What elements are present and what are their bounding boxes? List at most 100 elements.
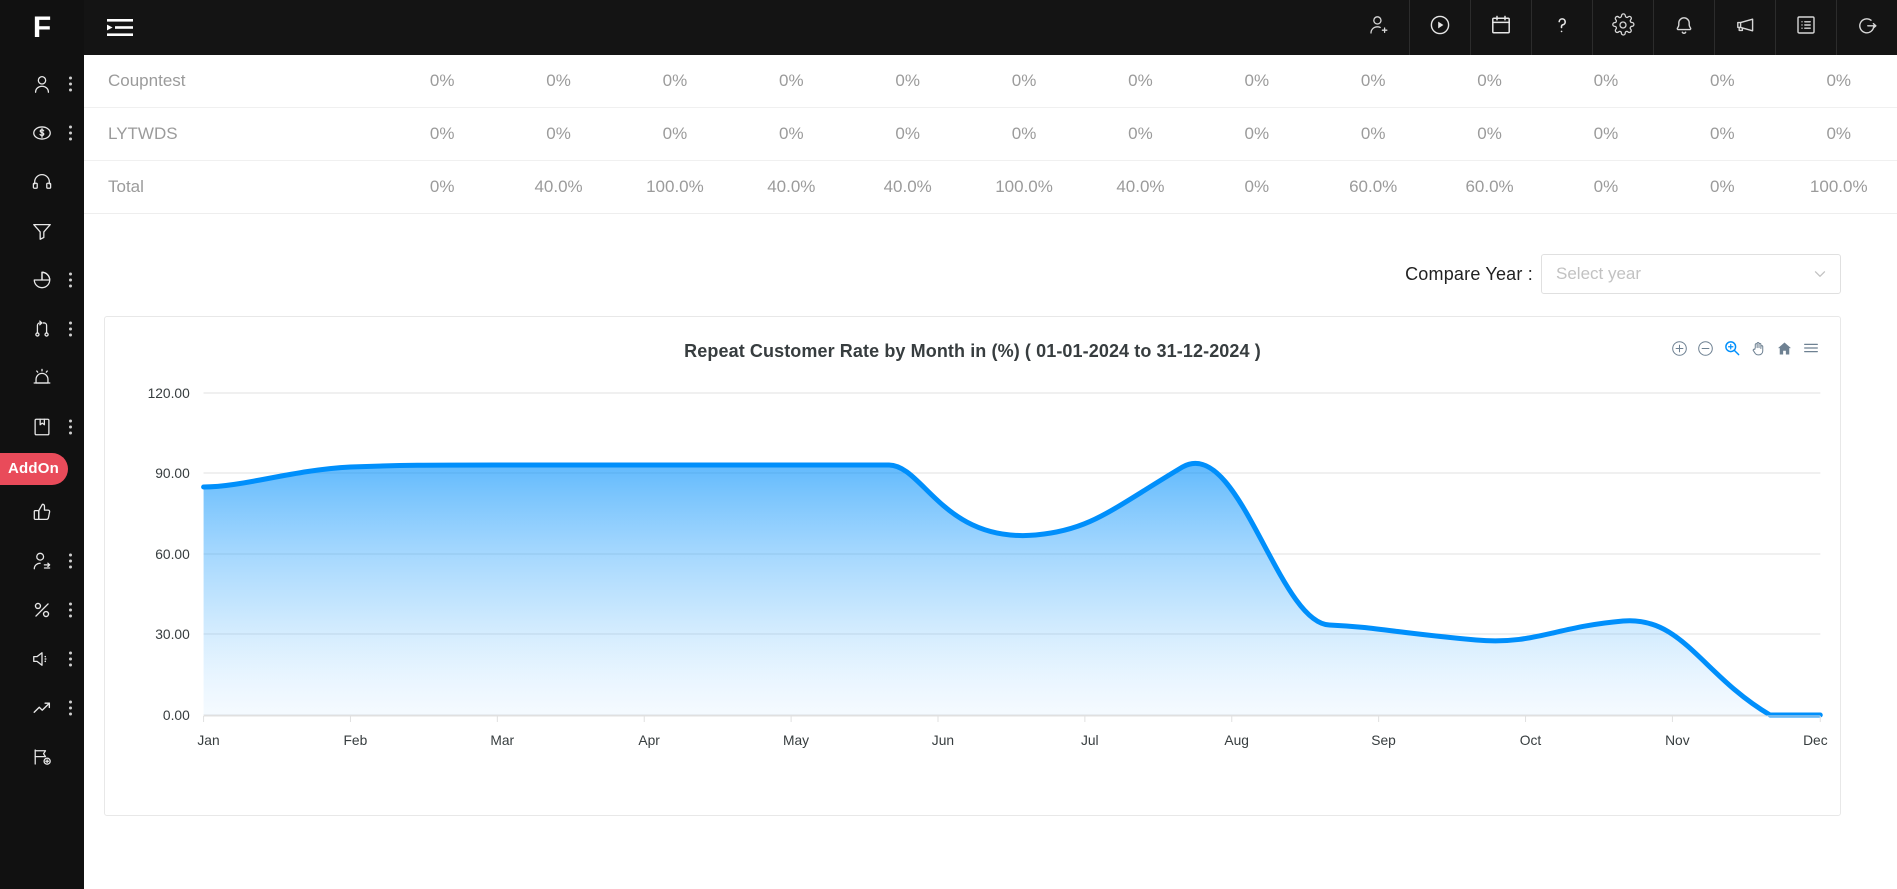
top-bar <box>84 0 1897 55</box>
row-label: Coupntest <box>84 55 384 108</box>
megaphone-icon <box>1733 13 1757 42</box>
cell: 0% <box>1431 107 1548 161</box>
sidebar-item-funnel[interactable] <box>0 206 84 255</box>
selection-zoom-icon[interactable] <box>1723 339 1741 357</box>
cell: 0% <box>500 107 617 161</box>
sidebar-item-alerts[interactable] <box>0 353 84 402</box>
cell: 0% <box>733 55 850 108</box>
pan-icon[interactable] <box>1750 340 1767 357</box>
cell: 0% <box>384 55 501 108</box>
sidebar-item-workflows[interactable] <box>0 304 84 353</box>
calendar-button[interactable] <box>1470 0 1531 55</box>
settings-button[interactable] <box>1592 0 1653 55</box>
sidebar-item-more-icon[interactable] <box>69 553 72 568</box>
sidebar-item-support[interactable] <box>0 157 84 206</box>
chart-y-axis: 120.00 90.00 60.00 30.00 0.00 <box>148 385 190 723</box>
speaker-icon <box>31 648 53 670</box>
cell: 0% <box>1547 160 1665 214</box>
sidebar-item-discounts[interactable] <box>0 585 84 634</box>
cell: 0% <box>1547 55 1665 108</box>
app-root: F AddOn Coupntest 0% 0% 0% 0% 0% 0% 0% 0… <box>0 0 1897 889</box>
sidebar-item-more-icon[interactable] <box>69 602 72 617</box>
activity-log-button[interactable] <box>1775 0 1836 55</box>
cell: 0% <box>1315 55 1432 108</box>
money-icon <box>31 122 53 144</box>
sidebar-item-more-icon[interactable] <box>69 321 72 336</box>
home-reset-icon[interactable] <box>1776 340 1793 357</box>
sidebar-item-reports[interactable] <box>0 255 84 304</box>
tutorial-button[interactable] <box>1409 0 1470 55</box>
cell: 0% <box>1082 107 1199 161</box>
logout-button[interactable] <box>1836 0 1897 55</box>
notifications-button[interactable] <box>1653 0 1714 55</box>
y-tick-label: 60.00 <box>155 546 190 562</box>
chevron-down-icon <box>1813 267 1827 281</box>
x-tick-label: Dec <box>1803 732 1828 748</box>
cell: 40.0% <box>849 160 966 214</box>
branch-icon <box>31 318 53 340</box>
x-tick-label: Jan <box>197 732 219 748</box>
sidebar-item-feedback[interactable] <box>0 487 84 536</box>
sidebar-item-more-icon[interactable] <box>69 700 72 715</box>
pie-chart-icon <box>31 269 53 291</box>
cell: 60.0% <box>1431 160 1548 214</box>
sidebar-item-campaigns[interactable] <box>0 634 84 683</box>
table-row: LYTWDS 0% 0% 0% 0% 0% 0% 0% 0% 0% 0% 0% … <box>84 107 1897 161</box>
chart-toolbar <box>1671 339 1820 357</box>
table-row: Coupntest 0% 0% 0% 0% 0% 0% 0% 0% 0% 0% … <box>84 55 1897 108</box>
cell: 40.0% <box>1082 160 1199 214</box>
add-user-button[interactable] <box>1348 0 1409 55</box>
menu-collapse-icon[interactable] <box>106 17 134 39</box>
cell: 40.0% <box>733 160 850 214</box>
compare-year-select[interactable]: Select year <box>1541 254 1841 294</box>
cell: 0% <box>1431 55 1548 108</box>
trend-up-icon <box>31 697 53 719</box>
cell: 0% <box>1315 107 1432 161</box>
top-bar-actions <box>1348 0 1897 55</box>
chart-plot-area: 120.00 90.00 60.00 30.00 0.00 Jan Feb Ma… <box>105 375 1840 795</box>
cell: 100.0% <box>1780 160 1897 214</box>
x-tick-label: Feb <box>344 732 368 748</box>
compare-year-placeholder: Select year <box>1556 264 1642 283</box>
sidebar-item-catalog[interactable] <box>0 402 84 451</box>
cell: 100.0% <box>965 160 1083 214</box>
help-button[interactable] <box>1531 0 1592 55</box>
cell: 0% <box>1664 55 1781 108</box>
area-chart-svg[interactable]: 120.00 90.00 60.00 30.00 0.00 Jan Feb Ma… <box>105 375 1840 795</box>
repeat-rate-table: Coupntest 0% 0% 0% 0% 0% 0% 0% 0% 0% 0% … <box>84 55 1897 214</box>
sidebar-item-referrals[interactable] <box>0 536 84 585</box>
funnel-icon <box>31 220 53 242</box>
cell: 0% <box>1780 55 1897 108</box>
zoom-in-icon[interactable] <box>1671 340 1688 357</box>
sidebar-item-goals[interactable] <box>0 732 84 781</box>
sidebar-item-billing[interactable] <box>0 108 84 157</box>
sidebar-item-customers[interactable] <box>0 59 84 108</box>
sidebar-item-more-icon[interactable] <box>69 651 72 666</box>
x-tick-label: Mar <box>490 732 514 748</box>
top-bar-left <box>84 0 134 55</box>
cell: 100.0% <box>616 160 734 214</box>
sidebar-item-more-icon[interactable] <box>69 419 72 434</box>
sidebar-item-more-icon[interactable] <box>69 272 72 287</box>
sidebar-item-more-icon[interactable] <box>69 125 72 140</box>
announcements-button[interactable] <box>1714 0 1775 55</box>
cell: 0% <box>733 107 850 161</box>
gear-icon <box>1611 13 1635 42</box>
sidebar-item-more-icon[interactable] <box>69 76 72 91</box>
chart-header: Repeat Customer Rate by Month in (%) ( 0… <box>105 335 1840 375</box>
help-icon <box>1550 13 1574 42</box>
brand-logo[interactable]: F <box>0 0 84 55</box>
compare-year-row: Compare Year : Select year <box>84 214 1897 316</box>
cell: 0% <box>965 107 1083 161</box>
cell: 0% <box>1198 55 1315 108</box>
add-user-icon <box>1367 13 1391 42</box>
menu-icon[interactable] <box>1802 339 1820 357</box>
addon-badge[interactable]: AddOn <box>0 453 68 485</box>
x-tick-label: Jul <box>1081 732 1099 748</box>
x-tick-label: May <box>783 732 809 748</box>
content-area: Coupntest 0% 0% 0% 0% 0% 0% 0% 0% 0% 0% … <box>84 55 1897 889</box>
cell: 0% <box>616 107 734 161</box>
zoom-out-icon[interactable] <box>1697 340 1714 357</box>
sidebar-item-analytics[interactable] <box>0 683 84 732</box>
thumbs-up-icon <box>31 501 53 523</box>
